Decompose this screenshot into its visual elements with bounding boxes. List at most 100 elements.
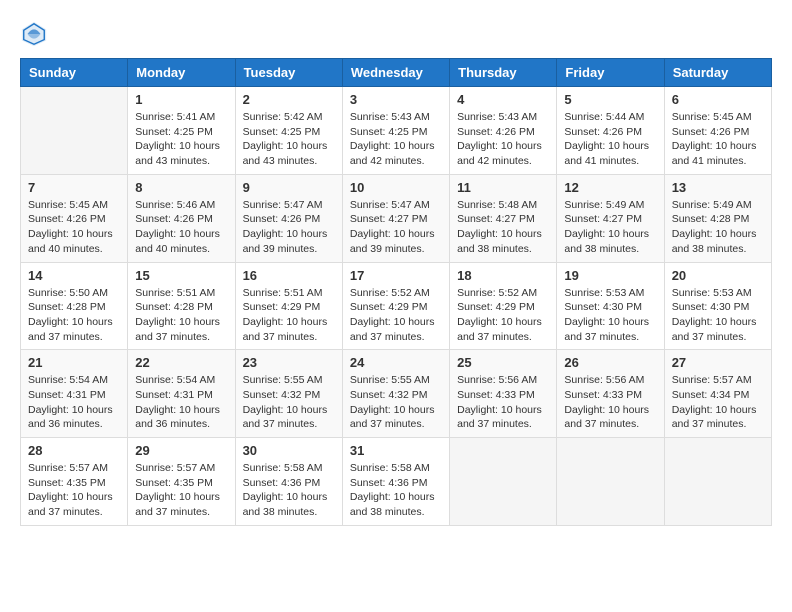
day-number: 7 [28, 180, 120, 195]
day-info: Sunrise: 5:46 AM Sunset: 4:26 PM Dayligh… [135, 198, 227, 257]
calendar-cell: 13Sunrise: 5:49 AM Sunset: 4:28 PM Dayli… [664, 174, 771, 262]
day-number: 3 [350, 92, 442, 107]
day-info: Sunrise: 5:53 AM Sunset: 4:30 PM Dayligh… [672, 286, 764, 345]
day-number: 30 [243, 443, 335, 458]
day-number: 4 [457, 92, 549, 107]
calendar-week-row: 21 Sunrise: 5:54 AM Sunset: 4:31 PM Dayli… [21, 350, 772, 438]
calendar-week-row: 7 Sunrise: 5:45 AM Sunset: 4:26 PM Daylig… [21, 174, 772, 262]
day-info: Sunrise: 5:54 AM Sunset: 4:31 PM Dayligh… [28, 373, 120, 432]
calendar-week-row: 14Sunrise: 5:50 AM Sunset: 4:28 PM Dayli… [21, 262, 772, 350]
day-number: 17 [350, 268, 442, 283]
weekday-header: Tuesday [235, 59, 342, 87]
calendar-cell: 12 Sunrise: 5:49 AM Sunset: 4:27 PM Dayli… [557, 174, 664, 262]
day-info: Sunrise: 5:43 AM Sunset: 4:25 PM Dayligh… [350, 110, 442, 169]
day-number: 2 [243, 92, 335, 107]
calendar-cell [557, 438, 664, 526]
calendar-cell: 1 Sunrise: 5:41 AM Sunset: 4:25 PM Daylig… [128, 87, 235, 175]
day-info: Sunrise: 5:54 AM Sunset: 4:31 PM Dayligh… [135, 373, 227, 432]
day-number: 6 [672, 92, 764, 107]
day-number: 11 [457, 180, 549, 195]
weekday-header: Wednesday [342, 59, 449, 87]
weekday-header: Friday [557, 59, 664, 87]
page-header [20, 20, 772, 48]
day-info: Sunrise: 5:45 AM Sunset: 4:26 PM Dayligh… [28, 198, 120, 257]
day-number: 19 [564, 268, 656, 283]
calendar-cell [450, 438, 557, 526]
day-info: Sunrise: 5:52 AM Sunset: 4:29 PM Dayligh… [350, 286, 442, 345]
day-number: 8 [135, 180, 227, 195]
calendar-cell: 24 Sunrise: 5:55 AM Sunset: 4:32 PM Dayli… [342, 350, 449, 438]
day-info: Sunrise: 5:43 AM Sunset: 4:26 PM Dayligh… [457, 110, 549, 169]
day-info: Sunrise: 5:58 AM Sunset: 4:36 PM Dayligh… [350, 461, 442, 520]
calendar-cell: 6 Sunrise: 5:45 AM Sunset: 4:26 PM Daylig… [664, 87, 771, 175]
calendar-cell: 15 Sunrise: 5:51 AM Sunset: 4:28 PM Dayli… [128, 262, 235, 350]
day-info: Sunrise: 5:45 AM Sunset: 4:26 PM Dayligh… [672, 110, 764, 169]
day-number: 27 [672, 355, 764, 370]
calendar-cell: 21 Sunrise: 5:54 AM Sunset: 4:31 PM Dayli… [21, 350, 128, 438]
calendar-cell: 7 Sunrise: 5:45 AM Sunset: 4:26 PM Daylig… [21, 174, 128, 262]
day-info: Sunrise: 5:53 AM Sunset: 4:30 PM Dayligh… [564, 286, 656, 345]
day-number: 25 [457, 355, 549, 370]
day-info: Sunrise: 5:56 AM Sunset: 4:33 PM Dayligh… [564, 373, 656, 432]
calendar-cell: 3 Sunrise: 5:43 AM Sunset: 4:25 PM Daylig… [342, 87, 449, 175]
calendar-cell: 5 Sunrise: 5:44 AM Sunset: 4:26 PM Daylig… [557, 87, 664, 175]
calendar-cell: 31Sunrise: 5:58 AM Sunset: 4:36 PM Dayli… [342, 438, 449, 526]
calendar-cell: 17 Sunrise: 5:52 AM Sunset: 4:29 PM Dayli… [342, 262, 449, 350]
day-number: 29 [135, 443, 227, 458]
day-info: Sunrise: 5:49 AM Sunset: 4:27 PM Dayligh… [564, 198, 656, 257]
day-number: 15 [135, 268, 227, 283]
calendar-cell: 19 Sunrise: 5:53 AM Sunset: 4:30 PM Dayli… [557, 262, 664, 350]
day-info: Sunrise: 5:44 AM Sunset: 4:26 PM Dayligh… [564, 110, 656, 169]
day-info: Sunrise: 5:55 AM Sunset: 4:32 PM Dayligh… [350, 373, 442, 432]
day-info: Sunrise: 5:41 AM Sunset: 4:25 PM Dayligh… [135, 110, 227, 169]
day-number: 9 [243, 180, 335, 195]
day-info: Sunrise: 5:57 AM Sunset: 4:35 PM Dayligh… [28, 461, 120, 520]
calendar-cell: 23 Sunrise: 5:55 AM Sunset: 4:32 PM Dayli… [235, 350, 342, 438]
calendar-cell: 18Sunrise: 5:52 AM Sunset: 4:29 PM Dayli… [450, 262, 557, 350]
day-info: Sunrise: 5:49 AM Sunset: 4:28 PM Dayligh… [672, 198, 764, 257]
day-info: Sunrise: 5:57 AM Sunset: 4:35 PM Dayligh… [135, 461, 227, 520]
calendar-cell: 30 Sunrise: 5:58 AM Sunset: 4:36 PM Dayli… [235, 438, 342, 526]
calendar-cell: 28 Sunrise: 5:57 AM Sunset: 4:35 PM Dayli… [21, 438, 128, 526]
day-info: Sunrise: 5:55 AM Sunset: 4:32 PM Dayligh… [243, 373, 335, 432]
day-number: 10 [350, 180, 442, 195]
calendar-cell: 8 Sunrise: 5:46 AM Sunset: 4:26 PM Daylig… [128, 174, 235, 262]
day-info: Sunrise: 5:57 AM Sunset: 4:34 PM Dayligh… [672, 373, 764, 432]
day-number: 1 [135, 92, 227, 107]
day-info: Sunrise: 5:51 AM Sunset: 4:29 PM Dayligh… [243, 286, 335, 345]
day-info: Sunrise: 5:47 AM Sunset: 4:26 PM Dayligh… [243, 198, 335, 257]
calendar-cell: 14Sunrise: 5:50 AM Sunset: 4:28 PM Dayli… [21, 262, 128, 350]
calendar-cell: 16 Sunrise: 5:51 AM Sunset: 4:29 PM Dayli… [235, 262, 342, 350]
calendar-cell: 22 Sunrise: 5:54 AM Sunset: 4:31 PM Dayli… [128, 350, 235, 438]
calendar-week-row: 1 Sunrise: 5:41 AM Sunset: 4:25 PM Daylig… [21, 87, 772, 175]
calendar-cell: 26 Sunrise: 5:56 AM Sunset: 4:33 PM Dayli… [557, 350, 664, 438]
day-number: 24 [350, 355, 442, 370]
day-info: Sunrise: 5:47 AM Sunset: 4:27 PM Dayligh… [350, 198, 442, 257]
calendar-cell [664, 438, 771, 526]
day-info: Sunrise: 5:42 AM Sunset: 4:25 PM Dayligh… [243, 110, 335, 169]
day-number: 12 [564, 180, 656, 195]
day-info: Sunrise: 5:58 AM Sunset: 4:36 PM Dayligh… [243, 461, 335, 520]
weekday-header: Thursday [450, 59, 557, 87]
weekday-header: Monday [128, 59, 235, 87]
day-number: 22 [135, 355, 227, 370]
calendar-cell: 9 Sunrise: 5:47 AM Sunset: 4:26 PM Daylig… [235, 174, 342, 262]
calendar-cell: 2 Sunrise: 5:42 AM Sunset: 4:25 PM Daylig… [235, 87, 342, 175]
day-number: 23 [243, 355, 335, 370]
calendar-week-row: 28 Sunrise: 5:57 AM Sunset: 4:35 PM Dayli… [21, 438, 772, 526]
weekday-header: Saturday [664, 59, 771, 87]
logo-icon [20, 20, 48, 48]
day-number: 5 [564, 92, 656, 107]
calendar-cell: 27 Sunrise: 5:57 AM Sunset: 4:34 PM Dayli… [664, 350, 771, 438]
day-info: Sunrise: 5:51 AM Sunset: 4:28 PM Dayligh… [135, 286, 227, 345]
day-number: 28 [28, 443, 120, 458]
calendar-table: SundayMondayTuesdayWednesdayThursdayFrid… [20, 58, 772, 526]
calendar-header-row: SundayMondayTuesdayWednesdayThursdayFrid… [21, 59, 772, 87]
day-number: 18 [457, 268, 549, 283]
calendar-cell: 25Sunrise: 5:56 AM Sunset: 4:33 PM Dayli… [450, 350, 557, 438]
day-number: 26 [564, 355, 656, 370]
calendar-cell: 29 Sunrise: 5:57 AM Sunset: 4:35 PM Dayli… [128, 438, 235, 526]
day-number: 14 [28, 268, 120, 283]
day-number: 21 [28, 355, 120, 370]
day-number: 16 [243, 268, 335, 283]
